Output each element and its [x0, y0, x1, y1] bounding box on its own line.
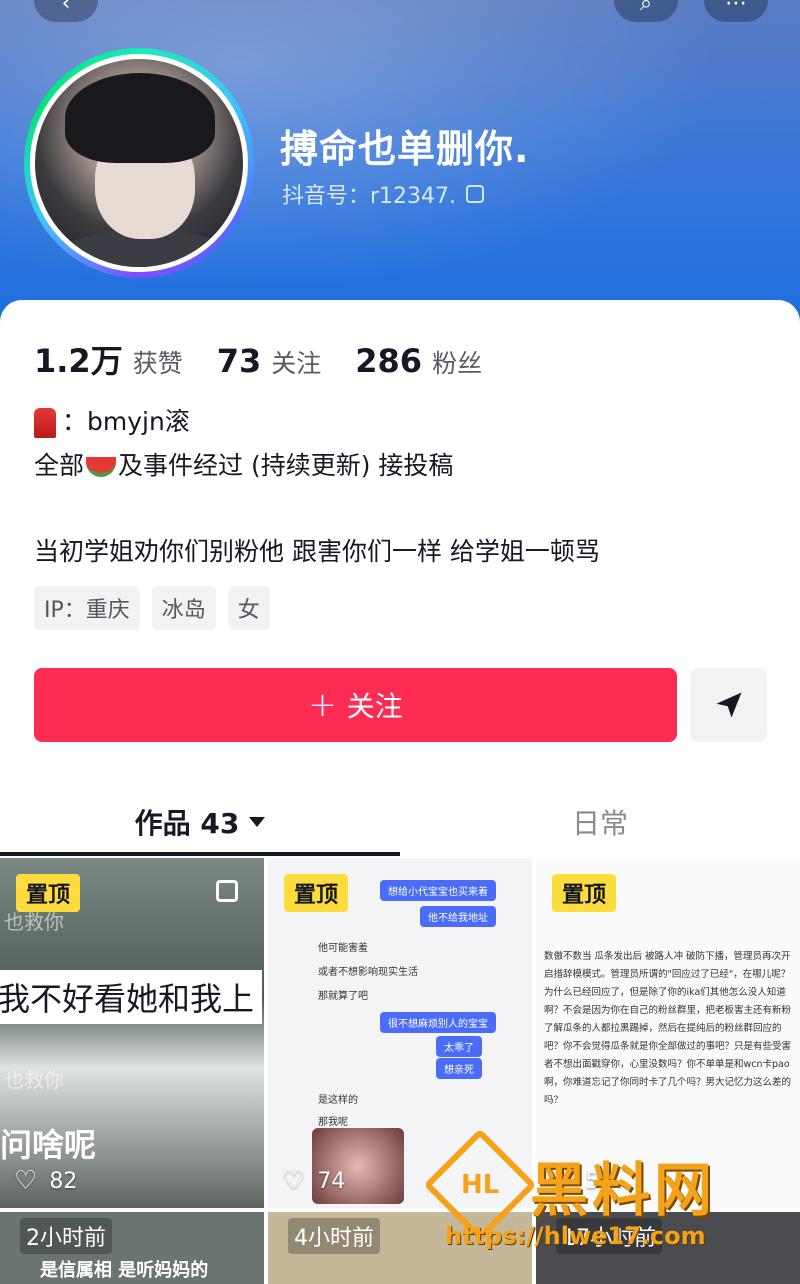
plus-icon: + [308, 685, 337, 725]
select-icon [216, 880, 238, 902]
chat-bubble: 他可能害羞 [318, 943, 368, 954]
more-icon: ⋯ [725, 0, 747, 16]
stat-value: 73 [216, 342, 262, 380]
scarf-emoji-icon [34, 408, 56, 438]
follow-button[interactable]: + 关注 [34, 668, 677, 742]
tab-works[interactable]: 作品 43 [0, 788, 400, 856]
send-message-button[interactable] [690, 668, 767, 742]
pinned-badge: 置顶 [552, 874, 617, 912]
stat-following[interactable]: 73 关注 [217, 342, 322, 380]
send-icon [716, 692, 741, 718]
stats-row: 1.2万 获赞 73 关注 286 粉丝 [34, 336, 482, 382]
chevron-left-icon: ‹ [61, 0, 71, 16]
profile-tags: IP：重庆 冰岛 女 [34, 586, 270, 630]
bio-line-3: 当初学姐劝你们别粉他 跟害你们一样 给学姐一顿骂 [34, 537, 600, 566]
heart-icon: ♡ [282, 1166, 306, 1196]
pinned-badge: 置顶 [16, 874, 81, 912]
tab-daily[interactable]: 日常 [400, 788, 800, 856]
profile-nickname: 搏命也单删你. [280, 127, 530, 171]
stat-label: 获赞 [132, 349, 183, 378]
video-thumbnail[interactable]: 2小时前 是信属相 是听妈妈的 [0, 1212, 264, 1284]
chat-bubble: 那就算了吧 [318, 991, 368, 1002]
site-watermark: HL 黑料网 [423, 1128, 790, 1242]
stat-value: 286 [355, 342, 423, 380]
post-time: 2小时前 [20, 1218, 112, 1254]
tab-daily-label: 日常 [571, 807, 628, 840]
like-count: ♡ 82 [14, 1166, 77, 1196]
content-tabs: 作品 43 日常 [0, 788, 800, 856]
video-caption: 是信属相 是听妈妈的 [40, 1260, 209, 1281]
profile-bio: ：bmyjn滚 全部 及事件经过 (持续更新) 接投稿 当初学姐劝你们别粉他 跟害… [34, 400, 600, 574]
stat-followers[interactable]: 286 粉丝 [355, 342, 482, 380]
avatar-image [30, 54, 248, 272]
stat-value: 1.2万 [34, 342, 123, 380]
douyin-id-text: 抖音号：r12347. [282, 184, 457, 209]
stat-label: 粉丝 [432, 349, 483, 378]
video-overlay-text: 问啥呢 [0, 1126, 97, 1164]
chat-bubble: 他不给我地址 [420, 906, 496, 927]
profile-page: ‹ ⌕ ⋯ 搏命也单删你. 抖音号：r12347. 1.2万 获赞 73 关注 … [0, 0, 800, 1284]
like-count: ♡ 74 [282, 1166, 345, 1196]
tag-gender: 女 [227, 586, 270, 630]
douyin-id[interactable]: 抖音号：r12347. [282, 178, 485, 210]
chat-bubble: 是这样的 [318, 1095, 358, 1106]
heart-icon: ♡ [14, 1166, 38, 1196]
watermark-url: https://hlwe17.com [445, 1222, 706, 1250]
tag-school[interactable]: 冰岛 [151, 586, 216, 630]
chat-bubble: 很不想麻烦别人的宝宝 [380, 1012, 496, 1033]
stat-likes[interactable]: 1.2万 获赞 [34, 336, 183, 382]
watermelon-emoji-icon [86, 457, 117, 477]
tab-indicator [0, 852, 400, 856]
video-overlay-text: 我不好看她和我上 [0, 970, 263, 1024]
document-text: 数傲不数当 瓜条发出后 被路人冲 破防下播，管理员再次开启措辞模模式。管理员所谓… [544, 951, 792, 1106]
like-count-value: 82 [49, 1168, 78, 1194]
chat-bubble: 想亲死 [436, 1058, 482, 1079]
chat-bubble: 太乖了 [436, 1036, 482, 1057]
tag-ip: IP：重庆 [34, 586, 140, 630]
copy-icon[interactable] [466, 185, 485, 203]
watermark-text: 黑料网 [530, 1156, 717, 1224]
bio-line-2b: 及事件经过 (持续更新) 接投稿 [118, 451, 454, 480]
pinned-badge: 置顶 [284, 874, 349, 912]
bio-line-2a: 全部 [34, 451, 85, 480]
caret-down-icon [249, 817, 266, 827]
post-time: 4小时前 [288, 1218, 380, 1254]
search-icon: ⌕ [639, 0, 653, 16]
video-watermark-text: 也救你 [4, 1068, 64, 1092]
video-thumbnail[interactable]: 也救你 也救你 我不好看她和我上 问啥呢 置顶 ♡ 82 [0, 858, 264, 1208]
bio-line-1: ：bmyjn滚 [62, 407, 190, 436]
chat-bubble: 或者不想影响现实生活 [318, 967, 418, 978]
tab-works-label: 作品 43 [134, 807, 240, 840]
chat-bubble: 想给小代宝宝也买来着 [380, 880, 496, 901]
like-count-value: 74 [317, 1168, 346, 1194]
follow-label: 关注 [346, 690, 403, 723]
stat-label: 关注 [271, 349, 322, 378]
avatar[interactable] [24, 48, 254, 278]
